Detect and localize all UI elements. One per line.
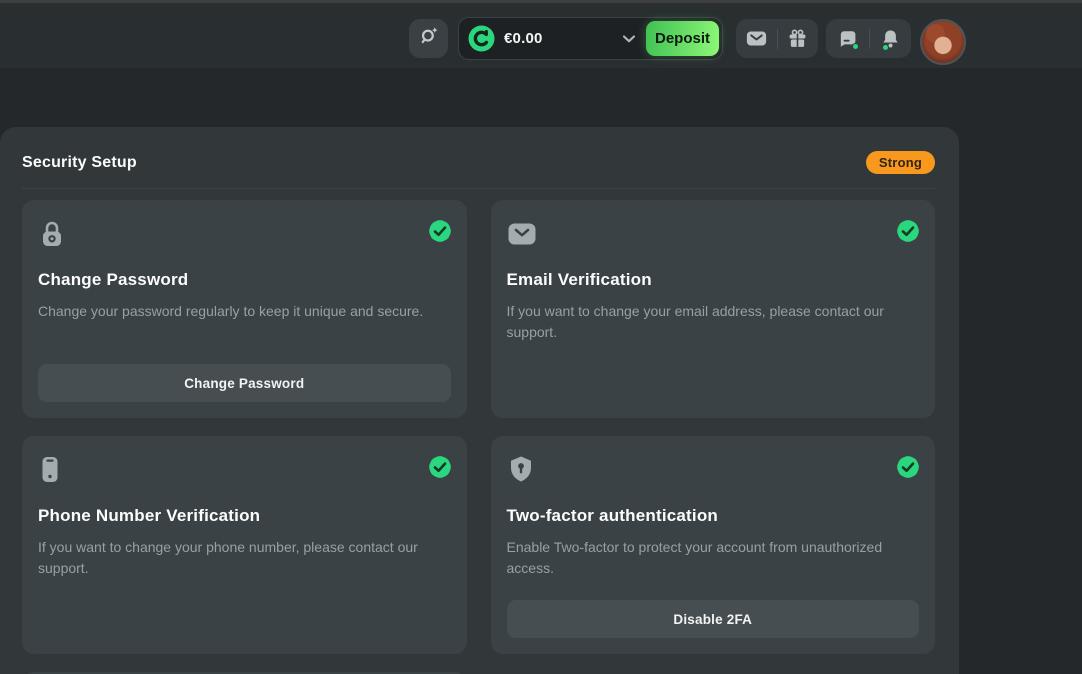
panel-header: Security Setup Strong xyxy=(0,127,959,174)
verified-check-badge xyxy=(429,456,451,478)
card-title: Email Verification xyxy=(507,270,920,290)
card-title: Change Password xyxy=(38,270,451,290)
envelope-icon xyxy=(507,222,537,251)
verified-check-badge xyxy=(897,456,919,478)
chat-icon[interactable] xyxy=(837,29,857,49)
mail-gift-group xyxy=(736,19,818,58)
mail-icon[interactable] xyxy=(746,30,767,47)
card-description: Enable Two-factor to protect your accoun… xyxy=(507,537,920,579)
coin-icon xyxy=(468,25,495,52)
card-description: Change your password regularly to keep i… xyxy=(38,301,451,322)
email-verification-card: Email Verification If you want to change… xyxy=(491,200,936,418)
bell-unread-dot xyxy=(882,44,889,51)
shield-keyhole-icon xyxy=(507,455,535,490)
user-avatar[interactable] xyxy=(920,19,966,65)
deposit-button[interactable]: Deposit xyxy=(646,21,719,56)
lock-icon xyxy=(38,219,66,254)
security-cards-grid: Change Password Change your password reg… xyxy=(22,200,935,674)
phone-icon xyxy=(38,455,62,490)
two-factor-card: Two-factor authentication Enable Two-fac… xyxy=(491,436,936,654)
gift-icon[interactable] xyxy=(787,28,808,49)
wallet-balance-dropdown[interactable]: €0.00 Deposit xyxy=(458,17,723,60)
search-icon xyxy=(418,25,440,52)
change-password-card: Change Password Change your password reg… xyxy=(22,200,467,418)
card-title: Phone Number Verification xyxy=(38,506,451,526)
disable-2fa-button[interactable]: Disable 2FA xyxy=(507,600,920,638)
password-strength-badge: Strong xyxy=(866,151,935,174)
change-password-button[interactable]: Change Password xyxy=(38,364,451,402)
group-divider xyxy=(869,29,870,49)
card-description: If you want to change your phone number,… xyxy=(38,537,451,579)
group-divider xyxy=(777,29,778,49)
top-navbar: €0.00 Deposit xyxy=(0,3,1082,68)
chat-unread-dot xyxy=(852,43,859,50)
chat-bell-group xyxy=(826,19,911,58)
verified-check-badge xyxy=(429,220,451,242)
card-title: Two-factor authentication xyxy=(507,506,920,526)
header-divider xyxy=(22,188,935,189)
chevron-down-icon[interactable] xyxy=(623,35,635,43)
bell-icon[interactable] xyxy=(881,29,900,49)
balance-amount: €0.00 xyxy=(504,30,543,47)
card-description: If you want to change your email address… xyxy=(507,301,920,343)
search-button[interactable] xyxy=(409,19,448,58)
verified-check-badge xyxy=(897,220,919,242)
page-title: Security Setup xyxy=(22,154,137,172)
phone-verification-card: Phone Number Verification If you want to… xyxy=(22,436,467,654)
security-setup-panel: Security Setup Strong Ch xyxy=(0,127,959,674)
